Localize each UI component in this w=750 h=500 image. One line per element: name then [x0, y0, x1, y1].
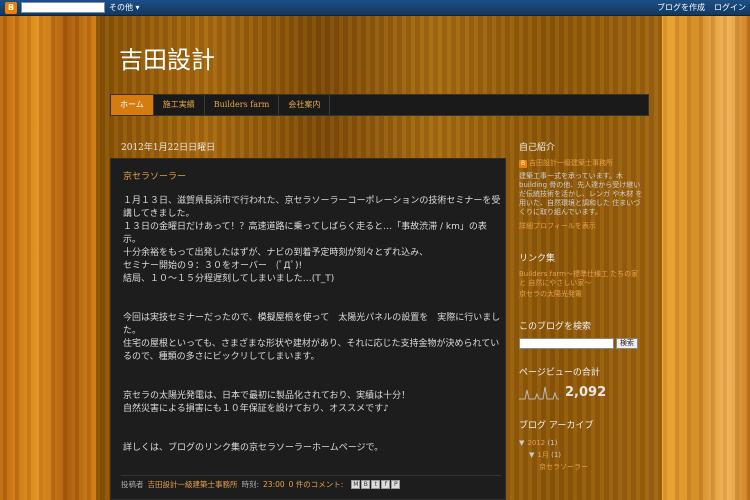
post-paragraph: セミナー開始の９：３０をオーバー (ﾟДﾟ)! [123, 261, 303, 271]
archive-title: ブログ アーカイブ [519, 421, 594, 431]
blog-search: 検索 [519, 338, 643, 349]
tab-works[interactable]: 施工実績 [154, 95, 205, 115]
post-paragraph: 京セラの太陽光発電は、日本で最初に製品化されており、実績は十分！ [123, 391, 411, 401]
post-paragraph: 十分余裕をもって出発したはずが、ナビの到着予定時刻が刻々とずれ込み、 [123, 248, 429, 258]
posted-by-label: 投稿者 [121, 480, 144, 489]
navbar-search-input[interactable] [21, 2, 105, 13]
post-paragraph: 自然災害による損害にも１０年保証を設けており、オススメです♪ [123, 404, 389, 414]
full-profile-link[interactable]: 詳細プロフィールを表示 [519, 222, 643, 231]
facebook-share-icon[interactable]: f [381, 480, 391, 489]
archive-year[interactable]: ▼ 2012 (1) [519, 437, 643, 449]
search-title: このブログを検索 [519, 322, 592, 332]
navbar-more-menu[interactable]: その他 ▾ [109, 2, 140, 13]
profile-name-row: B 吉田設計一級建築士事務所 [519, 159, 643, 168]
blog-post: 京セラソーラー １月１３日、滋賀県長浜市で行われた、京セラソーラーコーポレーショ… [110, 158, 506, 500]
profile-name-link[interactable]: 吉田設計一級建築士事務所 [529, 159, 613, 168]
post-paragraph: 詳しくは、ブログのリンク集の京セラソーラーホームページで。 [123, 443, 384, 453]
post-author-link[interactable]: 吉田設計一級建築士事務所 [148, 479, 238, 490]
post-footer: 投稿者 吉田設計一級建築士事務所 時刻: 23:00 0 件のコメント: M B… [121, 475, 501, 490]
pinterest-share-icon[interactable]: P [391, 480, 401, 489]
links-title: リンク集 [519, 254, 556, 264]
email-share-icon[interactable]: M [351, 480, 361, 489]
post-date-header: 2012年1月22日日曜日 [121, 143, 216, 153]
profile-description: 建築工事一式を承っています。木building 骨の他、先人達から受け継いだ伝統… [519, 172, 643, 216]
blog-search-button[interactable]: 検索 [616, 338, 638, 349]
time-label: 時刻: [241, 480, 260, 489]
pageviews-row: 2,092 [519, 384, 643, 400]
archive-month[interactable]: ▼ 1月 (1) [519, 449, 643, 461]
pageviews-sparkline-icon [519, 386, 559, 400]
comments-link[interactable]: 0 件のコメント: [289, 479, 344, 490]
pageviews-count: 2,092 [565, 385, 607, 400]
archive-post-link[interactable]: 京セラソーラー [519, 461, 643, 473]
post-body: １月１３日、滋賀県長浜市で行われた、京セラソーラーコーポレーションの技術セミナー… [123, 195, 501, 455]
blog-share-icon[interactable]: B [361, 480, 371, 489]
share-buttons: M B t f P [351, 480, 401, 489]
blogger-logo-icon[interactable]: B [5, 1, 17, 14]
blogger-navbar: B その他 ▾ ブログを作成 ログイン [0, 0, 750, 16]
pageviews-title: ページビューの合計 [519, 368, 600, 378]
post-paragraph: １３日の金曜日だけあって！？高速道路に乗ってしばらく走ると…「事故渋滞 / km… [123, 222, 487, 245]
post-paragraph: １月１３日、滋賀県長浜市で行われた、京セラソーラーコーポレーションの技術セミナー… [123, 196, 501, 219]
post-paragraph: 住宅の屋根といっても、さまざまな形状や建材があり、それに応じた支持金物が決められ… [123, 339, 500, 362]
link-kyocera-solar[interactable]: 京セラの太陽光発電 [519, 290, 643, 299]
tab-builders-farm[interactable]: Builders farm [205, 95, 280, 115]
link-builders-farm[interactable]: Builders farm～標準仕様工 たちの家と 自然にやさしい家～ [519, 270, 643, 288]
navbar-right: ブログを作成 ログイン [657, 2, 750, 13]
post-paragraph: 今回は実技セミナーだったので、模擬屋根を使って 太陽光パネルの設置を 実際に行い… [123, 313, 501, 336]
create-blog-link[interactable]: ブログを作成 [657, 2, 705, 13]
tab-company[interactable]: 会社案内 [279, 95, 331, 115]
profile-title: 自己紹介 [519, 143, 556, 153]
twitter-share-icon[interactable]: t [371, 480, 381, 489]
blogger-icon: B [519, 159, 527, 168]
page-tabs: ホーム 施工実績 Builders farm 会社案内 [110, 94, 649, 116]
blog-search-input[interactable] [519, 338, 614, 349]
post-title[interactable]: 京セラソーラー [123, 169, 186, 182]
tab-home[interactable]: ホーム [111, 95, 154, 115]
post-time-link[interactable]: 23:00 [263, 480, 285, 489]
blog-title[interactable]: 吉田設計 [119, 40, 215, 75]
login-link[interactable]: ログイン [714, 2, 746, 13]
post-paragraph: 結局、１０～１５分程遅刻してしまいました…(T_T) [123, 274, 335, 284]
sidebar: 自己紹介 B 吉田設計一級建築士事務所 建築工事一式を承っています。木build… [519, 140, 643, 473]
expand-arrow-icon[interactable]: ▼ [519, 439, 524, 447]
expand-arrow-icon[interactable]: ▼ [529, 451, 534, 459]
